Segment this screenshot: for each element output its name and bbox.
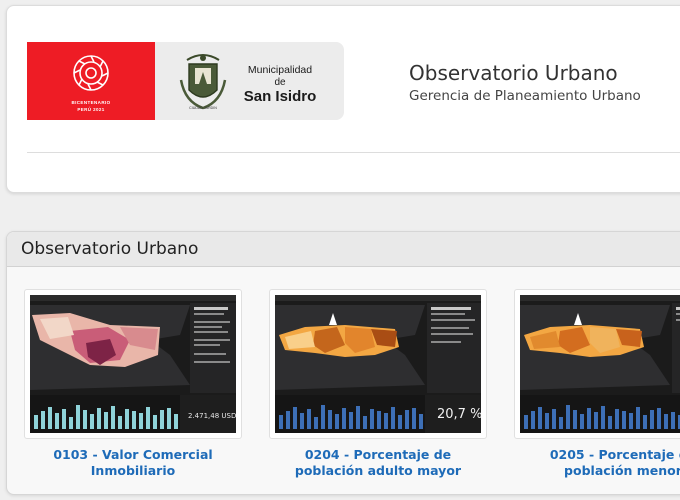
thumbnail-bar	[608, 416, 612, 429]
thumbnail-bar	[160, 410, 164, 429]
thumbnail-bar	[629, 413, 633, 429]
thumbnail-bar	[55, 413, 59, 429]
page-title: Observatorio Urbano	[409, 61, 618, 85]
thumbnail-bar	[587, 408, 591, 429]
thumbnail-bar	[118, 416, 122, 429]
thumbnail-bar	[398, 415, 402, 429]
thumbnail-bar	[356, 406, 360, 429]
thumbnail-bar	[300, 413, 304, 429]
thumbnail-bar	[76, 405, 80, 429]
card-title-link[interactable]: 0205 - Porcentaje de población menor	[508, 447, 680, 479]
muni-label-name: San Isidro	[243, 88, 317, 105]
card-title-line1[interactable]: 0205 - Porcentaje de	[508, 447, 680, 463]
thumbnail-bar	[566, 405, 570, 429]
card-title-line1[interactable]: 0103 - Valor Comercial	[18, 447, 248, 463]
thumbnail-bar	[83, 410, 87, 429]
thumbnail-bar	[650, 410, 654, 429]
thumbnail-bar	[34, 415, 38, 429]
card-title-link[interactable]: 0204 - Porcentaje de población adulto ma…	[263, 447, 493, 479]
thumbnail-bar	[132, 411, 136, 429]
thumbnail-bar	[97, 408, 101, 429]
card-title-link[interactable]: 0103 - Valor Comercial Inmobiliario	[18, 447, 248, 479]
thumbnail-bar	[328, 410, 332, 429]
dashboard-thumbnail[interactable]	[520, 295, 680, 433]
thumbnail-frame[interactable]: 2.471,48 USD/m	[24, 289, 242, 439]
thumbnail-frame[interactable]	[514, 289, 680, 439]
thumbnail-bar	[405, 410, 409, 429]
thumbnail-bar	[594, 412, 598, 429]
thumbnail-bar	[573, 410, 577, 429]
thumbnail-bar	[524, 415, 528, 429]
thumbnail-bar	[671, 412, 675, 429]
panel-title: Observatorio Urbano	[21, 239, 199, 259]
logo-block: BICENTENARIO PERÚ 2021 CIUDAD JARDIN Mun…	[27, 42, 344, 120]
crest-motto: CIUDAD JARDIN	[189, 106, 217, 110]
thumbnail-bar	[335, 414, 339, 429]
thumbnail-bar	[370, 409, 374, 429]
thumbnail-frame[interactable]: 20,7 %	[269, 289, 487, 439]
card-title-line2[interactable]: población adulto mayor	[263, 463, 493, 479]
thumbnail-bar	[657, 408, 661, 429]
muni-label-top: Municipalidad	[247, 64, 313, 76]
thumbnail-bar	[307, 409, 311, 429]
thumbnail-bar	[279, 415, 283, 429]
thumbnail-bar	[643, 415, 647, 429]
thumbnail-bar	[293, 407, 297, 429]
thumbnail-bar	[545, 413, 549, 429]
thumbnail-bar	[559, 417, 563, 429]
thumbnail-bar	[111, 406, 115, 429]
thumbnail-bar	[419, 414, 423, 429]
thumbnail-bar	[48, 407, 52, 429]
observatorio-panel: Observatorio Urbano 2.471,48 USD 0103 - …	[6, 231, 680, 495]
header-divider	[27, 152, 680, 153]
muni-label-de: de	[274, 77, 286, 88]
thumbnail-bar	[286, 411, 290, 429]
thumbnail-bar	[384, 413, 388, 429]
thumbnail-bar	[146, 407, 150, 429]
thumbnail-bar	[321, 405, 325, 429]
panel-heading: Observatorio Urbano	[7, 232, 680, 267]
thumbnail-bar	[377, 411, 381, 429]
thumbnail-bar	[391, 407, 395, 429]
thumbnail-bar	[622, 411, 626, 429]
thumbnail-bar	[552, 409, 556, 429]
thumbnail-bar	[363, 416, 367, 429]
thumbnail-bar	[664, 414, 668, 429]
thumbnail-bar	[41, 411, 45, 429]
bicentenario-label: BICENTENARIO	[71, 100, 111, 105]
thumbnail-bar	[636, 407, 640, 429]
bicentenario-logo: BICENTENARIO PERÚ 2021	[27, 42, 155, 120]
card-title-line1[interactable]: 0204 - Porcentaje de	[263, 447, 493, 463]
thumbnail-bar	[125, 409, 129, 429]
thumbnail-bar	[174, 414, 178, 429]
thumbnail-bar	[615, 409, 619, 429]
thumbnail-bar	[314, 417, 318, 429]
page-subtitle: Gerencia de Planeamiento Urbano	[409, 88, 641, 104]
thumbnail-stat: 20,7 %	[437, 407, 481, 422]
thumbnail-bar	[69, 417, 73, 429]
thumbnail-bar	[349, 412, 353, 429]
thumbnail-bar	[62, 409, 66, 429]
thumbnail-bar	[412, 408, 416, 429]
thumbnail-stat: 2.471,48 USD/m	[188, 412, 236, 420]
thumbnail-bar	[531, 411, 535, 429]
dashboard-thumbnail[interactable]: 20,7 %	[275, 295, 481, 433]
thumbnail-bar	[601, 406, 605, 429]
thumbnail-bar	[167, 408, 171, 429]
thumbnail-bar	[90, 414, 94, 429]
thumbnail-bar	[104, 412, 108, 429]
header-card: BICENTENARIO PERÚ 2021 CIUDAD JARDIN Mun…	[6, 5, 680, 193]
thumbnail-bar	[139, 413, 143, 429]
thumbnail-bar	[580, 414, 584, 429]
card-title-line2[interactable]: Inmobiliario	[18, 463, 248, 479]
dashboard-thumbnail[interactable]: 2.471,48 USD/m	[30, 295, 236, 433]
thumbnail-bar	[153, 415, 157, 429]
bicentenario-year: PERÚ 2021	[77, 107, 105, 112]
thumbnail-bar	[538, 407, 542, 429]
thumbnail-bar	[342, 408, 346, 429]
card-title-line2[interactable]: población menor	[508, 463, 680, 479]
